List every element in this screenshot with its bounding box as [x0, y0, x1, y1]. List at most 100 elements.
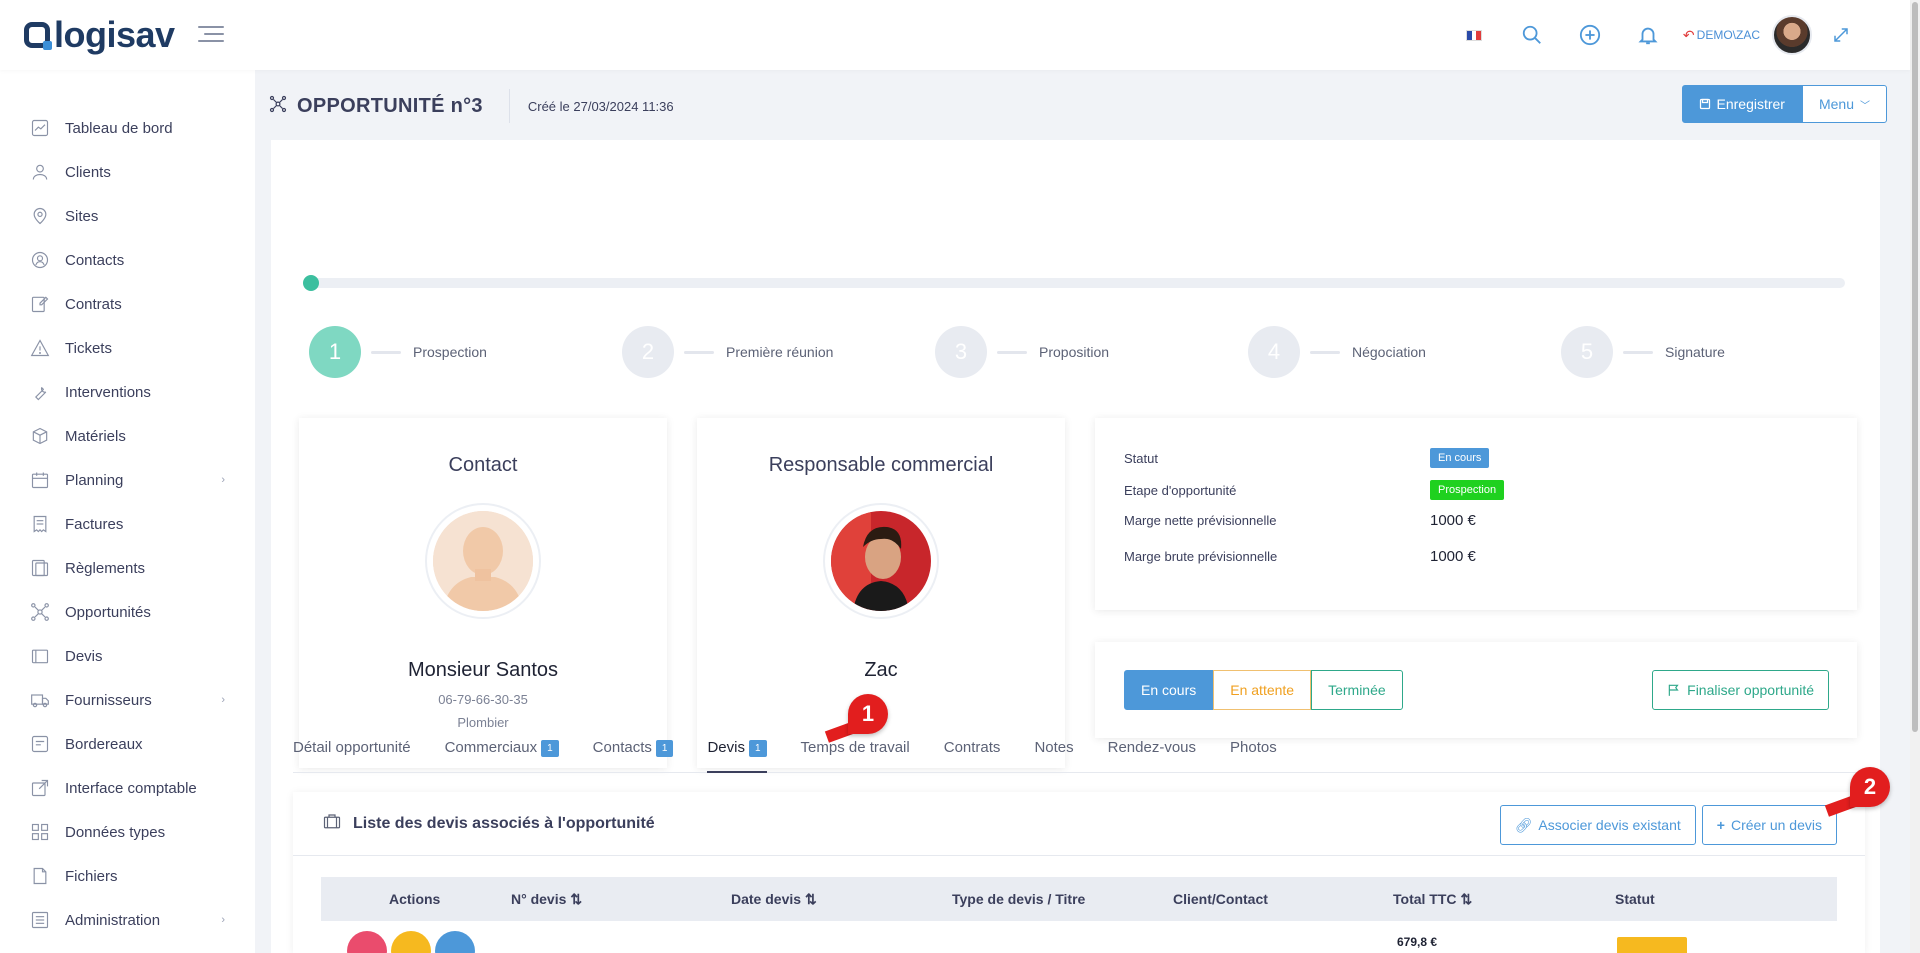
sidebar-item-contacts[interactable]: Contacts — [0, 238, 255, 282]
table-row[interactable]: 679,8 € — [321, 921, 1837, 953]
bell-icon[interactable] — [1619, 14, 1677, 56]
action-delete-button[interactable] — [347, 931, 387, 953]
sidebar-item-factures[interactable]: Factures — [0, 502, 255, 546]
step-5[interactable]: 5 Signature — [1561, 326, 1725, 378]
menu-label: Menu — [1818, 96, 1854, 112]
create-label: Créer un devis — [1730, 817, 1822, 833]
user-avatar[interactable] — [1772, 15, 1812, 55]
tab-contrats[interactable]: Contrats — [944, 735, 1001, 773]
tab-rendez-vous[interactable]: Rendez-vous — [1108, 735, 1196, 773]
tab-photos[interactable]: Photos — [1230, 735, 1277, 773]
sidebar-item-clients[interactable]: Clients — [0, 150, 255, 194]
sidebar-item-devis[interactable]: Devis — [0, 634, 255, 678]
col-date-label: Date devis — [731, 891, 802, 907]
status-toggle-group: En cours En attente Terminée — [1124, 670, 1403, 710]
step-number: 1 — [309, 326, 361, 378]
menu-dropdown-button[interactable]: Menu ﹀ — [1801, 85, 1887, 123]
sidebar-item-sites[interactable]: Sites — [0, 194, 255, 238]
step-3[interactable]: 3 Proposition — [935, 326, 1109, 378]
sidebar-item-contrats[interactable]: Contrats — [0, 282, 255, 326]
user-name: DEMO\ZAC — [1696, 28, 1760, 42]
tab-devis[interactable]: Devis 1 — [707, 735, 767, 773]
save-label: Enregistrer — [1716, 96, 1785, 112]
step-2[interactable]: 2 Première réunion — [622, 326, 833, 378]
header-buttons: Enregistrer Menu ﹀ — [1681, 85, 1887, 123]
sidebar-item-donnees-types[interactable]: Données types — [0, 810, 255, 854]
tab-label: Contrats — [943, 739, 1001, 756]
language-selector[interactable] — [1445, 14, 1503, 56]
add-circle-icon[interactable] — [1561, 14, 1619, 56]
tab-label: Photos — [1230, 739, 1277, 756]
col-total[interactable]: Total TTC ⇅ — [1393, 891, 1472, 908]
slip-icon — [30, 734, 50, 754]
sidebar-item-label: Devis — [65, 647, 103, 665]
col-actions-label: Actions — [389, 891, 441, 907]
finalize-label: Finaliser opportunité — [1687, 682, 1814, 698]
sidebar-item-interventions[interactable]: Interventions — [0, 370, 255, 414]
sidebar-item-label: Matériels — [65, 427, 126, 445]
progress-handle — [303, 275, 319, 291]
commercial-avatar — [823, 503, 939, 619]
sidebar-item-materiels[interactable]: Matériels — [0, 414, 255, 458]
save-button[interactable]: Enregistrer — [1681, 85, 1802, 123]
marge-nette-row: Marge nette prévisionnelle 1000 € — [1124, 512, 1476, 529]
top-bar: logisav ↶ DEMO\ZAC — [0, 0, 1910, 70]
step-label: Négociation — [1352, 344, 1426, 360]
top-actions: ↶ DEMO\ZAC — [1445, 14, 1870, 56]
page-header: OPPORTUNITÉ n°3 Créé le 27/03/2024 11:36 — [269, 88, 674, 124]
status-en-cours-button[interactable]: En cours — [1124, 670, 1214, 710]
tab-notes[interactable]: Notes — [1034, 735, 1073, 773]
invoice-icon — [30, 514, 50, 534]
fullscreen-icon[interactable] — [1812, 14, 1870, 56]
logo[interactable]: logisav — [24, 14, 175, 56]
tab-temps-de-travail[interactable]: Temps de travail — [801, 735, 910, 773]
user-impersonation-link[interactable]: ↶ DEMO\ZAC — [1683, 27, 1760, 44]
sidebar-item-bordereaux[interactable]: Bordereaux — [0, 722, 255, 766]
step-1[interactable]: 1 Prospection — [309, 326, 487, 378]
status-terminee-button[interactable]: Terminée — [1311, 670, 1403, 710]
marge-brute-label: Marge brute prévisionnelle — [1124, 549, 1278, 564]
action-view-button[interactable] — [435, 931, 475, 953]
page-scrollbar[interactable] — [1910, 0, 1920, 953]
hamburger-menu-icon[interactable] — [198, 26, 224, 44]
tab-bar: Détail opportunité Commerciaux 1 Contacts 1 D… — [293, 735, 1865, 773]
step-4[interactable]: 4 Négociation — [1248, 326, 1426, 378]
create-quote-button[interactable]: + Créer un devis — [1701, 805, 1837, 845]
sidebar-item-fichiers[interactable]: Fichiers — [0, 854, 255, 898]
step-label: Première réunion — [726, 344, 834, 360]
warning-icon — [30, 338, 50, 358]
col-client-label: Client/Contact — [1173, 891, 1268, 907]
tab-label: Détail opportunité — [293, 739, 411, 756]
sidebar-item-label: Factures — [65, 515, 124, 533]
sidebar-item-tickets[interactable]: Tickets — [0, 326, 255, 370]
status-en-attente-button[interactable]: En attente — [1213, 670, 1312, 710]
sidebar-item-interface-comptable[interactable]: Interface comptable — [0, 766, 255, 810]
devis-title: Liste des devis associés à l'opportunité — [353, 814, 655, 832]
col-numero[interactable]: N° devis ⇅ — [511, 891, 582, 908]
tab-detail-opportunite[interactable]: Détail opportunité — [293, 735, 411, 773]
step-number: 4 — [1248, 326, 1300, 378]
sidebar-item-planning[interactable]: Planning › — [0, 458, 255, 502]
scroll-thumb[interactable] — [1912, 2, 1918, 732]
floppy-icon — [1699, 98, 1710, 110]
search-icon[interactable] — [1503, 14, 1561, 56]
sidebar-item-opportunites[interactable]: Opportunités — [0, 590, 255, 634]
tab-label: Commerciaux — [444, 739, 538, 756]
sidebar-item-fournisseurs[interactable]: Fournisseurs › — [0, 678, 255, 722]
sidebar-item-reglements[interactable]: Règlements — [0, 546, 255, 590]
dashboard-icon — [30, 118, 50, 138]
finalize-opportunity-button[interactable]: Finaliser opportunité — [1652, 670, 1829, 710]
tab-contacts[interactable]: Contacts 1 — [593, 735, 674, 773]
sidebar-item-tableau-de-bord[interactable]: Tableau de bord — [0, 106, 255, 150]
step-connector — [1310, 350, 1340, 354]
box-icon — [30, 426, 50, 446]
col-date[interactable]: Date devis ⇅ — [731, 891, 817, 908]
sidebar-item-label: Bordereaux — [65, 735, 143, 753]
step-label: Prospection — [413, 344, 487, 360]
tab-count-badge: 1 — [748, 740, 767, 757]
step-connector — [1623, 350, 1653, 354]
tab-commerciaux[interactable]: Commerciaux 1 — [445, 735, 559, 773]
action-edit-button[interactable] — [391, 931, 431, 953]
sidebar-item-administration[interactable]: Administration › — [0, 898, 255, 942]
associate-quote-button[interactable]: 🔗︎ Associer devis existant — [1499, 805, 1696, 845]
